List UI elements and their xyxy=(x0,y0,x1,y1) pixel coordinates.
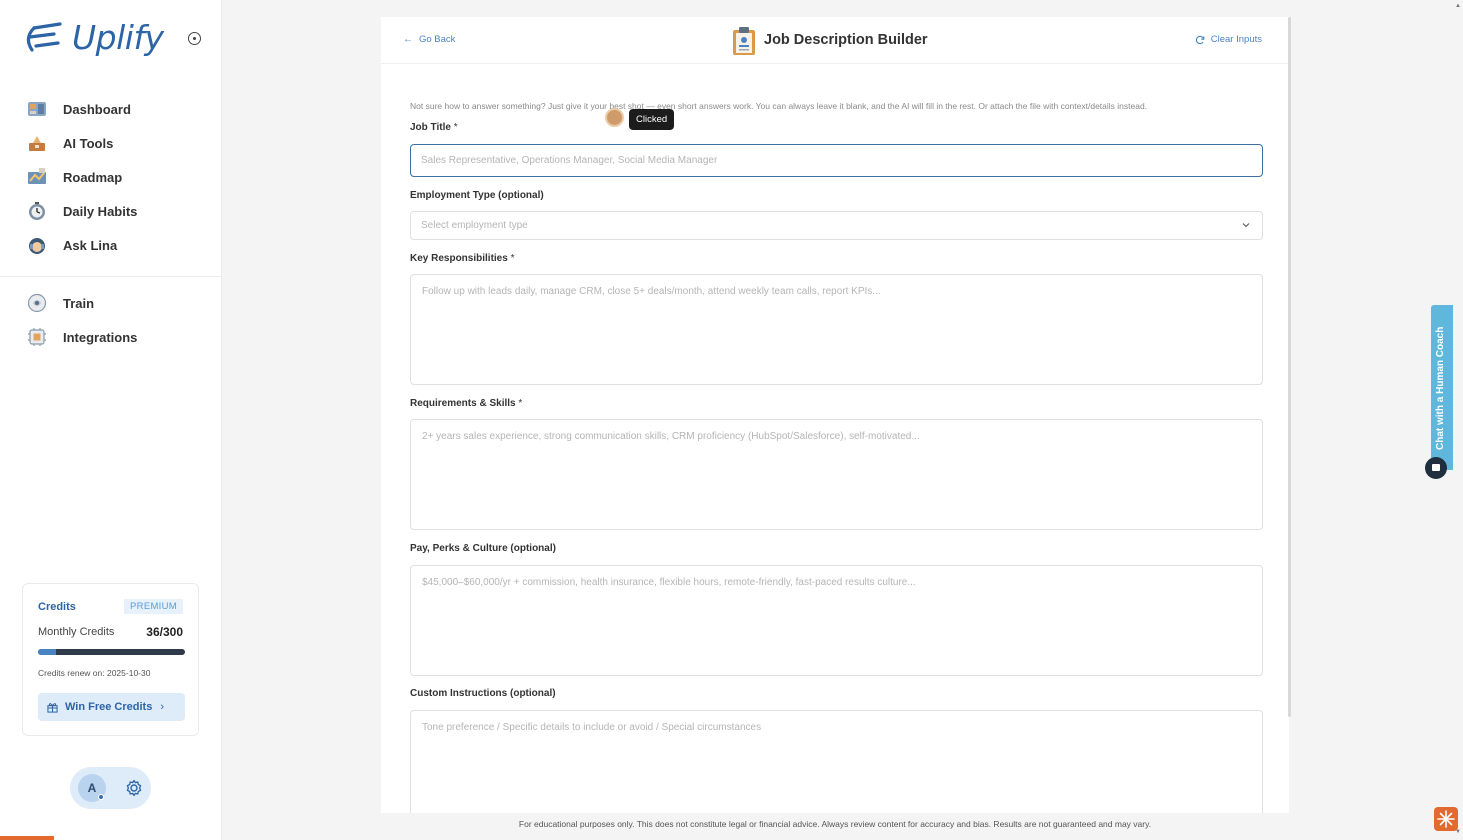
employment-type-label: Employment Type (optional) xyxy=(410,190,544,201)
sparkle-icon xyxy=(1437,810,1455,828)
chat-bubble-icon[interactable] xyxy=(1425,457,1447,479)
main-nav: Dashboard AI Tools Roadmap Daily Habits … xyxy=(0,92,222,262)
responsibilities-textarea[interactable] xyxy=(410,274,1263,385)
pay-perks-label: Pay, Perks & Culture (optional) xyxy=(410,543,556,554)
scroll-up-icon[interactable]: ▲ xyxy=(1455,3,1461,9)
chevron-down-icon xyxy=(1242,223,1250,228)
user-controls: A xyxy=(70,767,151,809)
train-icon xyxy=(27,293,47,313)
employment-type-select[interactable]: Select employment type xyxy=(410,211,1263,240)
online-status-icon xyxy=(98,794,104,800)
go-back-label: Go Back xyxy=(419,34,456,45)
corner-action-button[interactable] xyxy=(1434,807,1458,831)
employment-type-placeholder: Select employment type xyxy=(421,220,528,231)
requirements-textarea[interactable] xyxy=(410,419,1263,530)
clicked-tooltip: Clicked xyxy=(629,109,675,130)
sidebar-toggle-icon[interactable] xyxy=(188,32,201,45)
clear-inputs-button[interactable]: Clear Inputs xyxy=(1195,34,1262,45)
brand-logo[interactable]: Uplify xyxy=(24,18,164,57)
sidebar-item-label: Roadmap xyxy=(63,169,123,185)
dashboard-icon xyxy=(28,102,46,116)
integrations-icon xyxy=(28,328,46,346)
panel-header: ← Go Back Job Description Builder Clear … xyxy=(381,17,1289,64)
secondary-nav: Train Integrations xyxy=(0,286,222,354)
job-title-label-text: Job Title xyxy=(410,122,451,133)
responsibilities-label-text: Key Responsibilities xyxy=(410,253,508,264)
page-title: Job Description Builder xyxy=(764,32,928,48)
win-free-credits-button[interactable]: Win Free Credits › xyxy=(38,693,185,721)
win-free-credits-label: Win Free Credits xyxy=(65,701,153,713)
sidebar-item-roadmap[interactable]: Roadmap xyxy=(0,160,222,194)
job-title-input[interactable] xyxy=(410,144,1263,177)
gift-icon xyxy=(47,702,58,713)
sidebar-item-ai-tools[interactable]: AI Tools xyxy=(0,126,222,160)
panel-scrollbar[interactable] xyxy=(1288,17,1291,717)
form-hint: Not sure how to answer something? Just g… xyxy=(410,101,1148,111)
custom-instructions-textarea[interactable] xyxy=(410,710,1263,813)
daily-habits-icon xyxy=(29,202,45,220)
required-marker: * xyxy=(518,398,523,409)
clipboard-icon xyxy=(733,27,755,55)
requirements-label: Requirements & Skills * xyxy=(410,398,522,409)
requirements-label-text: Requirements & Skills xyxy=(410,398,516,409)
job-title-label: Job Title * xyxy=(410,122,458,133)
go-back-button[interactable]: ← Go Back xyxy=(403,34,455,45)
plan-badge: PREMIUM xyxy=(124,599,183,614)
sidebar-item-dashboard[interactable]: Dashboard xyxy=(0,92,222,126)
brand-name: Uplify xyxy=(72,18,164,57)
sidebar-item-integrations[interactable]: Integrations xyxy=(0,320,222,354)
ask-lina-icon xyxy=(29,238,45,254)
required-marker: * xyxy=(510,253,515,264)
sidebar-item-label: Dashboard xyxy=(63,101,131,117)
pay-perks-textarea[interactable] xyxy=(410,565,1263,676)
roadmap-icon xyxy=(28,168,46,184)
disclaimer-footer: For educational purposes only. This does… xyxy=(518,819,1152,829)
sidebar-item-ask-lina[interactable]: Ask Lina xyxy=(0,228,222,262)
credits-renew-date: Credits renew on: 2025-10-30 xyxy=(38,668,151,678)
sidebar-item-daily-habits[interactable]: Daily Habits xyxy=(0,194,222,228)
uplify-logo-icon xyxy=(26,21,62,52)
monthly-credits-value: 36/300 xyxy=(146,625,183,639)
monthly-credits-label: Monthly Credits xyxy=(38,626,115,638)
chevron-right-icon: › xyxy=(160,701,164,713)
nav-divider xyxy=(0,276,221,277)
sidebar-item-label: Ask Lina xyxy=(63,237,118,253)
sidebar-item-label: Daily Habits xyxy=(63,203,138,219)
sidebar-item-label: Train xyxy=(63,295,95,311)
click-indicator xyxy=(605,108,624,127)
chat-with-coach-label: Chat with a Human Coach xyxy=(1435,326,1446,450)
ai-tools-icon xyxy=(29,136,45,151)
credits-card: Credits PREMIUM Monthly Credits 36/300 C… xyxy=(22,583,199,736)
gear-icon[interactable] xyxy=(125,779,143,797)
credits-progress-bar xyxy=(38,649,185,655)
sidebar-item-label: AI Tools xyxy=(63,135,114,151)
arrow-left-icon: ← xyxy=(403,34,413,45)
clear-inputs-label: Clear Inputs xyxy=(1210,34,1262,45)
responsibilities-label: Key Responsibilities * xyxy=(410,253,515,264)
credits-title: Credits xyxy=(38,601,76,613)
sidebar: Uplify Dashboard AI Tools Roadmap Daily … xyxy=(0,0,222,840)
sidebar-item-train[interactable]: Train xyxy=(0,286,222,320)
refresh-icon xyxy=(1195,35,1205,44)
custom-instructions-label: Custom Instructions (optional) xyxy=(410,688,556,699)
credits-progress-fill xyxy=(38,649,56,655)
required-marker: * xyxy=(453,122,458,133)
bottom-accent-bar xyxy=(0,836,54,840)
sidebar-item-label: Integrations xyxy=(63,329,138,345)
job-description-panel: ← Go Back Job Description Builder Clear … xyxy=(381,17,1289,813)
